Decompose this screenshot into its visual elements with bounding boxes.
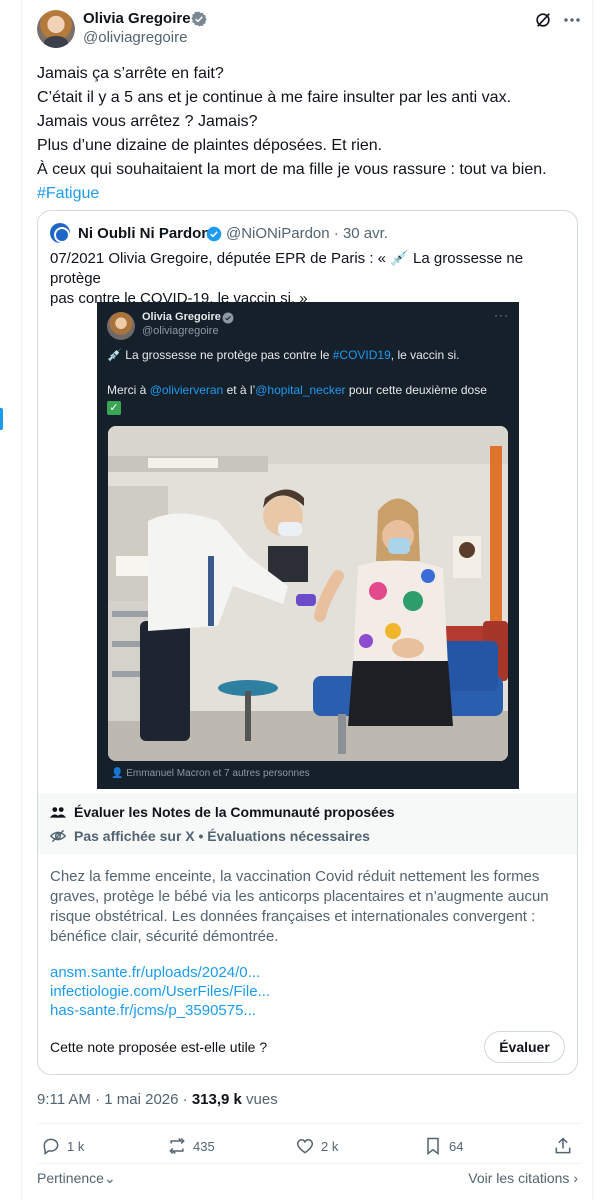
community-people-icon bbox=[50, 807, 66, 818]
embedded-screenshot[interactable]: Olivia Gregoire @oliviagregoire ··· 💉 La… bbox=[97, 302, 519, 789]
tweet-line: Jamais ça s’arrête en fait? bbox=[37, 65, 224, 82]
community-notes-status-row: Pas affichée sur X • Évaluations nécessa… bbox=[50, 828, 370, 844]
tweet-date[interactable]: 1 mai 2026 bbox=[104, 1091, 178, 1108]
repost-count: 435 bbox=[193, 1138, 215, 1154]
screenshot-text-fragment: 💉 La grossesse ne protège pas contre le bbox=[107, 348, 333, 362]
grok-icon[interactable] bbox=[534, 11, 552, 29]
edge-indicator bbox=[0, 408, 3, 430]
sort-dropdown[interactable]: Pertinence⌄ bbox=[37, 1170, 116, 1187]
verified-badge-icon bbox=[191, 11, 207, 27]
tweet-time[interactable]: 9:11 AM bbox=[37, 1091, 91, 1108]
screenshot-mention: @olivierveran bbox=[149, 383, 224, 397]
chevron-down-icon: ⌄ bbox=[103, 1170, 116, 1186]
reply-icon bbox=[43, 1138, 59, 1155]
community-notes-title-row[interactable]: Évaluer les Notes de la Communauté propo… bbox=[50, 804, 395, 820]
tweet-line: C’était il y a 5 ans et je continue à me… bbox=[37, 89, 512, 106]
check-mark-icon: ✓ bbox=[107, 401, 121, 415]
quote-author-meta[interactable]: @NiONiPardon · 30 avr. bbox=[226, 225, 388, 242]
note-line: graves, protège le bébé via les anticorp… bbox=[50, 888, 549, 905]
views-count: 313,9 k bbox=[191, 1091, 242, 1108]
note-line: risque obstétrical. Les données français… bbox=[50, 908, 536, 925]
screenshot-text-fragment: , le vaccin si. bbox=[390, 348, 460, 362]
note-line: Chez la femme enceinte, la vaccination C… bbox=[50, 868, 540, 885]
screenshot-text-line: Merci à @olivierveran et à l’@hopital_ne… bbox=[107, 383, 487, 397]
timeline-left-border bbox=[21, 0, 22, 1200]
repost-button[interactable]: 435 bbox=[167, 1136, 215, 1156]
tweet-line: À ceux qui souhaitaient la mort de ma fi… bbox=[37, 161, 547, 178]
bookmark-count: 64 bbox=[449, 1138, 464, 1154]
divider bbox=[37, 1163, 582, 1164]
heart-icon bbox=[296, 1138, 314, 1154]
share-icon bbox=[555, 1137, 571, 1154]
tweet-meta: 9:11 AM · 1 mai 2026 · 313,9 k vues bbox=[37, 1091, 278, 1108]
screenshot-text-line: 💉 La grossesse ne protège pas contre le … bbox=[107, 348, 459, 362]
community-note-body: Chez la femme enceinte, la vaccination C… bbox=[50, 867, 566, 947]
screenshot-tagged-row: 👤 Emmanuel Macron et 7 autres personnes bbox=[111, 768, 310, 779]
views-label: vues bbox=[246, 1091, 278, 1108]
note-helpful-question: Cette note proposée est-elle utile ? bbox=[50, 1039, 268, 1055]
screenshot-more-icon: ··· bbox=[494, 308, 509, 322]
view-citations-link[interactable]: Voir les citations › bbox=[468, 1170, 578, 1186]
hashtag-link[interactable]: #Fatigue bbox=[37, 182, 582, 206]
rate-note-button[interactable]: Évaluer bbox=[484, 1031, 565, 1063]
community-notes-header[interactable]: Évaluer les Notes de la Communauté propo… bbox=[38, 794, 577, 854]
tweet-text: Jamais ça s’arrête en fait? C’était il y… bbox=[37, 62, 582, 206]
photo-illustration bbox=[108, 426, 508, 761]
tweet-line: Jamais vous arrêtez ? Jamais? bbox=[37, 113, 258, 130]
screenshot-author-handle: @oliviagregoire bbox=[142, 325, 219, 337]
hidden-eye-icon bbox=[50, 829, 66, 843]
screenshot-avatar bbox=[107, 312, 135, 340]
repost-icon bbox=[169, 1137, 185, 1155]
meta-separator: · bbox=[182, 1091, 192, 1108]
reply-button[interactable]: 1 k bbox=[41, 1136, 84, 1156]
verified-badge-icon bbox=[206, 226, 222, 242]
share-button[interactable] bbox=[553, 1136, 573, 1156]
source-link[interactable]: infectiologie.com/UserFiles/File... bbox=[50, 982, 270, 1001]
bookmark-button[interactable]: 64 bbox=[423, 1136, 463, 1156]
meta-separator: · bbox=[333, 225, 343, 242]
chevron-right-icon: › bbox=[573, 1170, 578, 1186]
quote-author-handle[interactable]: @NiONiPardon bbox=[226, 225, 330, 242]
divider bbox=[37, 1123, 582, 1124]
more-icon[interactable] bbox=[562, 11, 582, 29]
author-avatar[interactable] bbox=[37, 10, 75, 48]
tweet-header: Olivia Gregoire @oliviagregoire bbox=[37, 8, 582, 50]
community-notes-title[interactable]: Évaluer les Notes de la Communauté propo… bbox=[74, 804, 395, 820]
meta-separator: · bbox=[95, 1091, 105, 1108]
quote-text-line: 07/2021 Olivia Gregoire, députée EPR de … bbox=[50, 250, 524, 287]
person-icon: 👤 bbox=[111, 768, 124, 779]
quote-author-avatar[interactable] bbox=[50, 223, 70, 243]
author-handle[interactable]: @oliviagregoire bbox=[83, 29, 187, 46]
reply-count: 1 k bbox=[67, 1138, 85, 1154]
like-button[interactable]: 2 k bbox=[295, 1136, 338, 1156]
note-line: bénéfice clair, sécurité démontrée. bbox=[50, 928, 279, 945]
citations-label: Voir les citations bbox=[468, 1170, 570, 1186]
verified-badge-icon bbox=[222, 312, 234, 324]
action-bar: 1 k 435 2 k 64 bbox=[37, 1136, 582, 1160]
screenshot-text-fragment: pour cette deuxième dose bbox=[345, 383, 487, 397]
quote-author-name[interactable]: Ni Oubli Ni Pardon bbox=[78, 225, 211, 242]
note-source-links: ansm.sante.fr/uploads/2024/0... infectio… bbox=[50, 963, 270, 1020]
source-link[interactable]: ansm.sante.fr/uploads/2024/0... bbox=[50, 963, 270, 982]
community-notes-status: Pas affichée sur X • Évaluations nécessa… bbox=[74, 828, 370, 844]
tweet-line: Plus d’une dizaine de plaintes déposées.… bbox=[37, 137, 383, 154]
author-name[interactable]: Olivia Gregoire bbox=[83, 10, 191, 27]
tagged-people: Emmanuel Macron et 7 autres personnes bbox=[126, 768, 310, 779]
vaccination-photo bbox=[108, 426, 508, 761]
quote-text: 07/2021 Olivia Gregoire, députée EPR de … bbox=[50, 249, 566, 309]
bookmark-icon bbox=[427, 1137, 439, 1155]
quoted-tweet[interactable]: Ni Oubli Ni Pardon @NiONiPardon · 30 avr… bbox=[37, 210, 578, 1075]
screenshot-author-name: Olivia Gregoire bbox=[142, 311, 221, 323]
source-link[interactable]: has-sante.fr/jcms/p_3590575... bbox=[50, 1001, 270, 1020]
screenshot-hashtag: #COVID19 bbox=[332, 348, 391, 362]
quote-date[interactable]: 30 avr. bbox=[343, 225, 388, 242]
sort-label: Pertinence bbox=[37, 1170, 104, 1186]
screenshot-mention: @hopital_necker bbox=[255, 383, 346, 397]
screenshot-text-fragment: Merci à bbox=[107, 383, 150, 397]
screenshot-text-fragment: et à l’ bbox=[223, 383, 256, 397]
timeline-right-border bbox=[592, 0, 593, 1200]
like-count: 2 k bbox=[321, 1138, 339, 1154]
